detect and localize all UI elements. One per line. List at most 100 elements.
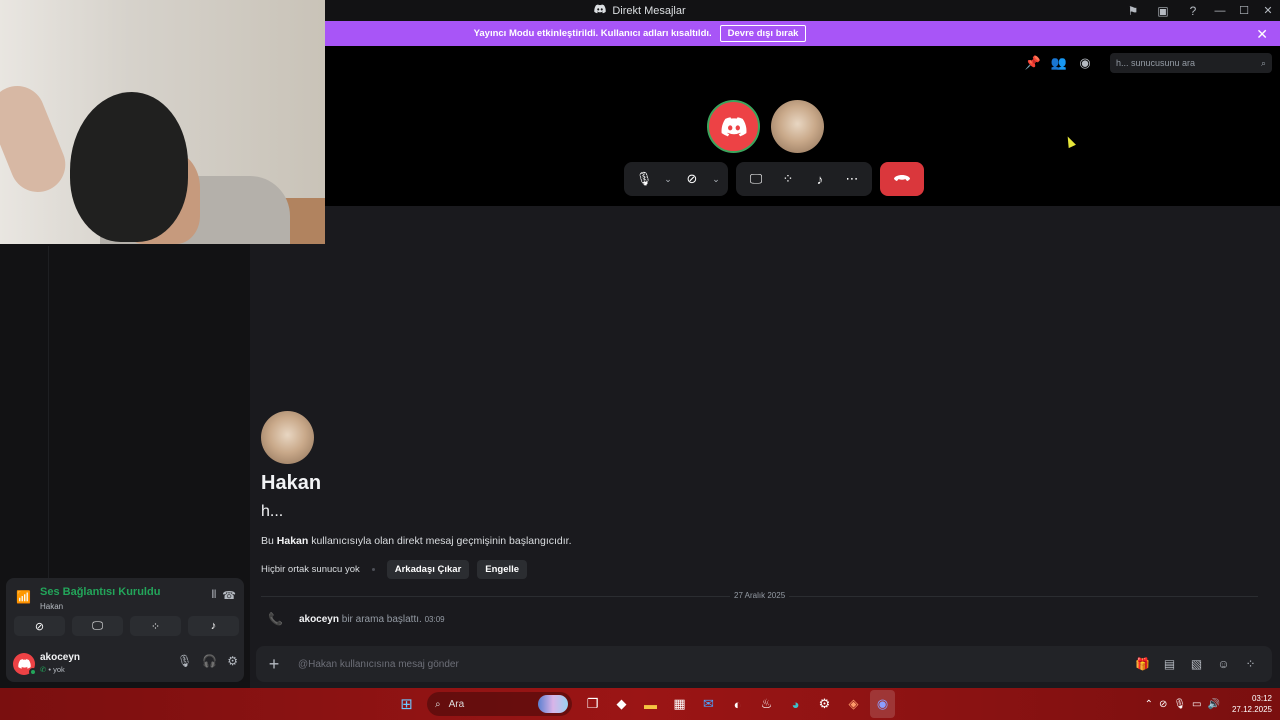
dm-intro-text: Bu Hakan kullanıcısıyla olan direkt mesa… [261, 535, 572, 547]
message-input[interactable]: @Hakan kullanıcısına mesaj gönder [292, 659, 1129, 670]
inbox-icon[interactable]: ▣ [1148, 0, 1178, 21]
window-title-group: Direkt Mesajlar [594, 4, 686, 17]
user-profile-icon[interactable]: ◉ [1072, 52, 1098, 74]
disable-streamer-mode-button[interactable]: Devre dışı bırak [719, 25, 807, 42]
audio-video-group: 🎙 ⌄ ⊘ ⌄ [624, 162, 728, 196]
deafen-icon[interactable]: 🎧 [202, 654, 217, 668]
voice-connection-panel: 📶 Ses Bağlantısı Kuruldu Hakan ⦀ ☎ ⊘ 🖵 ⁘… [6, 578, 244, 682]
date-label: 27 Aralık 2025 [730, 591, 790, 600]
sidebar-divider [48, 246, 49, 626]
mic-tray-icon[interactable]: 🎙 [1173, 699, 1186, 710]
widgets-icon[interactable]: ◆ [609, 690, 634, 718]
emoji-icon[interactable]: ☺ [1210, 657, 1237, 671]
camera-off-icon[interactable]: ⊘ [676, 163, 708, 195]
banner-message: Yayıncı Modu etkinleştirildi. Kullanıcı … [473, 28, 712, 39]
mute-icon[interactable]: 🎙 [177, 654, 192, 668]
steam-icon[interactable]: ♨ [754, 690, 779, 718]
store-icon[interactable]: ▦ [667, 690, 692, 718]
close-window-button[interactable]: ✕ [1256, 0, 1280, 21]
system-tray: ⌃ ⊘ 🎙 ▭ 🔊 03:12 27.12.2025 [1145, 688, 1272, 720]
soundboard-button[interactable]: ♪ [188, 616, 239, 636]
camera-options-chevron-icon[interactable]: ⌄ [708, 163, 724, 195]
search-placeholder: h... sunucusunu ara [1116, 58, 1196, 68]
noise-suppression-icon[interactable]: ⦀ [211, 589, 216, 602]
voice-channel: Hakan [40, 602, 64, 611]
settings-gear-icon[interactable]: ⚙ [227, 654, 238, 668]
discord-taskbar-icon[interactable]: ◉ [870, 690, 895, 718]
user-area: akoceyn ✆ • yok 🎙 🎧 ⚙ [12, 650, 238, 676]
task-view-icon[interactable]: ❐ [580, 690, 605, 718]
webcam-preview [0, 0, 325, 244]
activity-group: 🖵 ⁘ ♪ ⋯ [736, 162, 872, 196]
voice-status[interactable]: Ses Bağlantısı Kuruldu [40, 586, 160, 598]
participant-avatar-hakan[interactable] [771, 100, 824, 153]
search-input[interactable]: h... sunucusunu ara ⌕ [1110, 53, 1272, 73]
signal-icon[interactable]: 📶 [16, 590, 31, 604]
start-button-icon[interactable]: ⊞ [394, 690, 419, 718]
apps-icon[interactable]: ⁘ [1237, 657, 1264, 671]
mutual-servers-text: Hiçbir ortak sunucu yok [261, 564, 360, 575]
clock-date: 27.12.2025 [1231, 705, 1272, 714]
close-banner-icon[interactable]: ✕ [1256, 26, 1268, 43]
edge-icon[interactable]: ◕ [783, 690, 808, 718]
disconnect-icon[interactable]: ☎ [222, 589, 236, 602]
block-button[interactable]: Engelle [477, 560, 528, 579]
gift-icon[interactable]: 🎁 [1129, 657, 1156, 671]
help-icon[interactable]: ? [1178, 0, 1208, 21]
display-icon[interactable]: ▭ [1192, 699, 1201, 710]
github-icon[interactable]: ◐ [725, 690, 750, 718]
user-avatar[interactable] [13, 653, 37, 676]
add-friend-icon[interactable]: 👥 [1046, 52, 1072, 74]
user-status-text: • yok [48, 665, 65, 674]
search-highlight-art [538, 695, 568, 713]
flag-icon[interactable]: ⚑ [1118, 0, 1148, 21]
taskbar-search[interactable]: ⌕ Ara [427, 692, 572, 716]
user-status: ✆ • yok [40, 665, 65, 674]
username[interactable]: akoceyn [40, 652, 80, 663]
sticker-icon[interactable]: ▧ [1183, 657, 1210, 671]
settings-app-icon[interactable]: ⚙ [812, 690, 837, 718]
intro-suffix: kullanıcısıyla olan direkt mesaj geçmişi… [308, 535, 572, 547]
mic-options-chevron-icon[interactable]: ⌄ [660, 163, 676, 195]
activities-icon[interactable]: ⁘ [772, 163, 804, 195]
taskbar-search-label: Ara [448, 698, 465, 710]
microphone-icon[interactable]: 🎙 [628, 163, 660, 195]
maximize-button[interactable]: ☐ [1232, 0, 1256, 21]
more-options-icon[interactable]: ⋯ [836, 163, 868, 195]
call-controls: 🎙 ⌄ ⊘ ⌄ 🖵 ⁘ ♪ ⋯ [624, 162, 924, 196]
clock-time: 03:12 [1251, 694, 1272, 703]
screen-share-icon[interactable]: 🖵 [740, 163, 772, 195]
network-off-icon[interactable]: ⊘ [1159, 699, 1167, 710]
user-controls: 🎙 🎧 ⚙ [177, 654, 238, 668]
remove-friend-button[interactable]: Arkadaşı Çıkar [386, 560, 470, 579]
volume-icon[interactable]: 🔊 [1208, 699, 1220, 710]
disconnect-call-button[interactable] [880, 162, 924, 196]
taskbar-apps: ⊞ ⌕ Ara ❐ ◆ ▬ ▦ ✉ ◐ ♨ ◕ ⚙ ◈ ◉ [394, 690, 895, 718]
voice-status-row: 📶 Ses Bağlantısı Kuruldu Hakan ⦀ ☎ [16, 584, 236, 614]
pin-icon[interactable]: 📌 [1020, 52, 1046, 74]
activity-button[interactable]: ⁘ [130, 616, 181, 636]
participant-avatar-self[interactable] [707, 100, 760, 153]
call-participants [707, 100, 824, 153]
tray-overflow-icon[interactable]: ⌃ [1145, 699, 1153, 710]
minimize-button[interactable]: — [1208, 0, 1232, 21]
call-event-text: bir arama başlattı. [341, 613, 422, 625]
voice-quick-actions: ⊘ 🖵 ⁘ ♪ [14, 616, 239, 636]
window-title: Direkt Mesajlar [612, 4, 686, 17]
file-explorer-icon[interactable]: ▬ [638, 690, 663, 718]
call-event-user[interactable]: akoceyn [299, 614, 339, 625]
profile-actions: Hiçbir ortak sunucu yok Arkadaşı Çıkar E… [261, 560, 528, 579]
clock[interactable]: 03:12 27.12.2025 [1232, 693, 1272, 715]
composer-tools: 🎁 ▤ ▧ ☺ ⁘ [1129, 657, 1272, 671]
game-launcher-icon[interactable]: ◈ [841, 690, 866, 718]
message-composer: + @Hakan kullanıcısına mesaj gönder 🎁 ▤ … [256, 646, 1272, 682]
gif-icon[interactable]: ▤ [1156, 657, 1183, 671]
profile-name: Hakan [261, 472, 322, 494]
profile-avatar[interactable] [261, 411, 314, 464]
add-attachment-icon[interactable]: + [256, 654, 292, 675]
phone-icon: 📞 [268, 612, 283, 626]
screen-share-button[interactable]: 🖵 [72, 616, 123, 636]
mail-icon[interactable]: ✉ [696, 690, 721, 718]
soundboard-icon[interactable]: ♪ [804, 163, 836, 195]
camera-toggle-button[interactable]: ⊘ [14, 616, 65, 636]
